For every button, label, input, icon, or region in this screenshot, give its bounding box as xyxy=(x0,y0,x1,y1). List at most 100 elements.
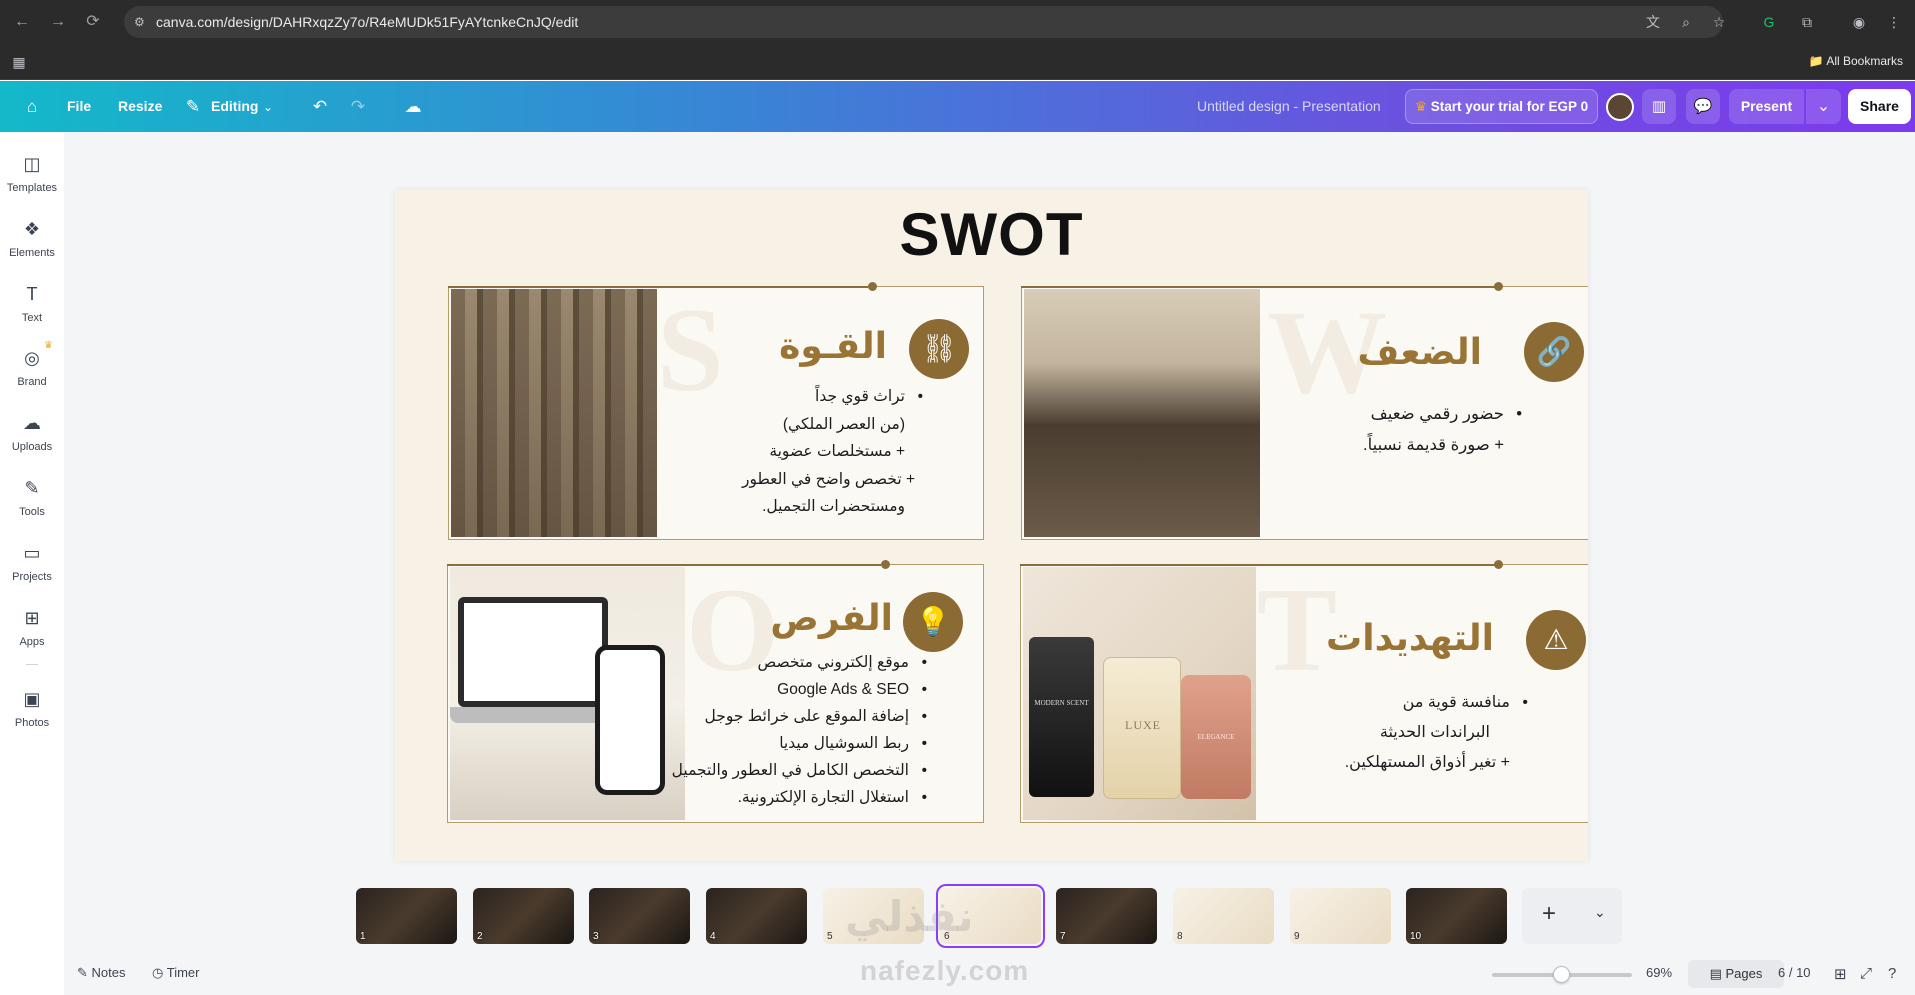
notes-icon: ✎ xyxy=(77,965,88,980)
opportunities-bullets[interactable]: موقع إلكتروني متخصص Google Ads & SEO إضا… xyxy=(672,649,928,811)
comment-icon[interactable]: 💬 xyxy=(1686,89,1720,124)
weaknesses-heading[interactable]: الضعف xyxy=(1357,331,1482,373)
sidebar-item-brand[interactable]: ♛ ◎ Brand xyxy=(0,340,64,404)
pencil-icon: ✎ xyxy=(185,97,201,116)
present-button[interactable]: Present xyxy=(1729,89,1804,124)
profile-icon[interactable]: ◉ xyxy=(1850,13,1868,31)
page-thumbnail[interactable]: 7 xyxy=(1056,888,1157,944)
redo-icon[interactable]: ↷ xyxy=(347,96,369,118)
grammarly-icon[interactable]: G xyxy=(1760,13,1778,31)
insights-icon[interactable]: ▥ xyxy=(1642,89,1676,124)
resize-button[interactable]: Resize xyxy=(118,81,162,132)
chevron-down-icon[interactable]: ⌄ xyxy=(1594,904,1606,921)
page-thumbnail[interactable]: 10 xyxy=(1406,888,1507,944)
old-street-photo[interactable] xyxy=(451,289,657,537)
zoom-level[interactable]: 69% xyxy=(1646,965,1672,980)
reload-icon[interactable]: ⟳ xyxy=(83,12,103,32)
threats-bullets[interactable]: منافسة قوية من البراندات الحديثة + تغير … xyxy=(1345,688,1529,778)
crown-icon: ♛ xyxy=(44,340,53,351)
sidebar-item-templates[interactable]: ◫ Templates xyxy=(0,152,64,210)
page-thumbnail[interactable]: 8 xyxy=(1173,888,1274,944)
opportunities-heading[interactable]: الفرص xyxy=(770,597,893,639)
start-trial-button[interactable]: ♛ Start your trial for EGP 0 xyxy=(1405,89,1598,124)
threats-heading[interactable]: التهديدات xyxy=(1326,617,1494,659)
strengths-heading[interactable]: القـوة xyxy=(779,325,887,367)
sidebar-item-photos[interactable]: ▣ Photos xyxy=(0,687,64,745)
page-number: 10 xyxy=(1410,931,1422,942)
phone-mockup xyxy=(595,645,665,795)
list-item: ربط السوشيال ميديا xyxy=(672,730,927,757)
editing-mode-button[interactable]: Editing xyxy=(211,81,258,132)
slide-title[interactable]: SWOT xyxy=(395,200,1588,269)
dumbbell-icon: ⛓ xyxy=(909,319,969,379)
sidebar-item-label: Templates xyxy=(6,182,58,194)
weaknesses-card[interactable]: W الضعف 🔗 حضور رقمي ضعيف + صورة قديمة نس… xyxy=(1021,285,1588,540)
star-icon[interactable]: ☆ xyxy=(1710,13,1728,31)
fullscreen-icon[interactable]: ⤢ xyxy=(1860,965,1872,982)
avatar[interactable] xyxy=(1606,93,1634,121)
page-thumbnail[interactable]: 2 xyxy=(473,888,574,944)
perfume-bottle-pink: ELEGANCE xyxy=(1181,675,1251,799)
timer-button[interactable]: ◷ Timer xyxy=(152,965,199,981)
ghost-letter-t: T xyxy=(1257,563,1338,696)
laptop-phone-photo[interactable] xyxy=(450,567,685,820)
menu-icon[interactable]: ⋮ xyxy=(1885,13,1903,31)
home-icon[interactable]: ⌂ xyxy=(21,96,43,118)
perfume-label-middle: LUXE xyxy=(1125,718,1161,732)
chevron-down-icon[interactable]: ⌄ xyxy=(257,96,279,118)
translate-icon[interactable]: 文 xyxy=(1644,13,1662,31)
start-trial-label: Start your trial for EGP 0 xyxy=(1430,99,1589,114)
zoom-slider-handle[interactable] xyxy=(1553,966,1570,983)
templates-icon: ◫ xyxy=(23,154,41,174)
page-number: 3 xyxy=(593,931,599,942)
url-text[interactable]: canva.com/design/DAHRxqzZy7o/R4eMUDk51Fy… xyxy=(156,14,578,30)
sidebar-item-uploads[interactable]: ☁ Uploads xyxy=(0,411,64,469)
extensions-icon[interactable]: ⧉ xyxy=(1798,13,1816,31)
sidebar-item-elements[interactable]: ❖ Elements xyxy=(0,217,64,275)
file-menu[interactable]: File xyxy=(67,81,91,132)
card-accent-line xyxy=(1020,564,1495,566)
strengths-bullets[interactable]: تراث قوي جداً (من العصر الملكي) + مستخلص… xyxy=(742,383,923,521)
page-thumbnail[interactable]: 9 xyxy=(1290,888,1391,944)
sidebar-item-tools[interactable]: ✎ Tools xyxy=(0,476,64,534)
weaknesses-bullets[interactable]: حضور رقمي ضعيف + صورة قديمة نسبياً. xyxy=(1363,399,1522,461)
threats-card[interactable]: MODERN SCENT LUXE ELEGANCE T التهديدات ⚠… xyxy=(1020,563,1588,823)
all-bookmarks[interactable]: 📁 All Bookmarks xyxy=(1809,54,1903,68)
laptop-screen xyxy=(458,597,608,707)
pages-button[interactable]: ▤ Pages xyxy=(1688,960,1784,988)
site-info-icon[interactable]: ⚙ xyxy=(134,14,150,30)
slide-canvas[interactable]: SWOT S القـوة ⛓ تراث قوي جداً (من العصر … xyxy=(395,190,1588,861)
text-icon: T xyxy=(26,284,38,304)
page-counter: 6 / 10 xyxy=(1778,965,1811,980)
list-item: تراث قوي جداً xyxy=(742,383,923,411)
sidebar-divider xyxy=(26,664,38,665)
elements-icon: ❖ xyxy=(23,219,41,239)
sidebar-item-text[interactable]: T Text xyxy=(0,282,64,340)
present-options-chevron-icon[interactable]: ⌄ xyxy=(1806,89,1841,124)
zoom-icon[interactable]: ⌕ xyxy=(1677,13,1695,31)
cloud-save-icon[interactable]: ☁ xyxy=(402,96,424,118)
sidebar-item-projects[interactable]: ▭ Projects xyxy=(0,541,64,599)
sidebar-item-label: Tools xyxy=(19,506,45,518)
page-thumbnail[interactable]: 1 xyxy=(356,888,457,944)
page-thumbnail[interactable]: 3 xyxy=(589,888,690,944)
grid-view-icon[interactable]: ⊞ xyxy=(1834,965,1847,983)
sidebar-item-apps[interactable]: ⊞ Apps xyxy=(0,606,64,664)
back-icon[interactable]: ← xyxy=(12,12,32,32)
help-icon[interactable]: ? xyxy=(1888,965,1896,982)
page-number: 8 xyxy=(1177,931,1183,942)
add-page-button[interactable]: + ⌄ xyxy=(1522,888,1622,944)
notes-button[interactable]: ✎ Notes xyxy=(77,965,126,981)
undo-icon[interactable]: ↶ xyxy=(309,96,331,118)
pages-icon: ▤ xyxy=(1709,966,1722,981)
address-bar[interactable]: ⚙ canva.com/design/DAHRxqzZy7o/R4eMUDk51… xyxy=(124,6,1723,38)
page-thumbnail[interactable]: 4 xyxy=(706,888,807,944)
apps-grid-icon[interactable]: ▦ xyxy=(10,53,28,71)
old-storefront-photo[interactable] xyxy=(1024,289,1260,537)
share-button[interactable]: Share xyxy=(1848,89,1911,124)
strengths-card[interactable]: S القـوة ⛓ تراث قوي جداً (من العصر الملك… xyxy=(448,283,984,540)
opportunities-card[interactable]: O الفرص 💡 موقع إلكتروني متخصص Google Ads… xyxy=(447,563,984,823)
perfume-bottles-photo[interactable]: MODERN SCENT LUXE ELEGANCE xyxy=(1023,567,1256,820)
forward-icon[interactable]: → xyxy=(48,12,68,32)
design-title[interactable]: Untitled design - Presentation xyxy=(1197,81,1381,132)
